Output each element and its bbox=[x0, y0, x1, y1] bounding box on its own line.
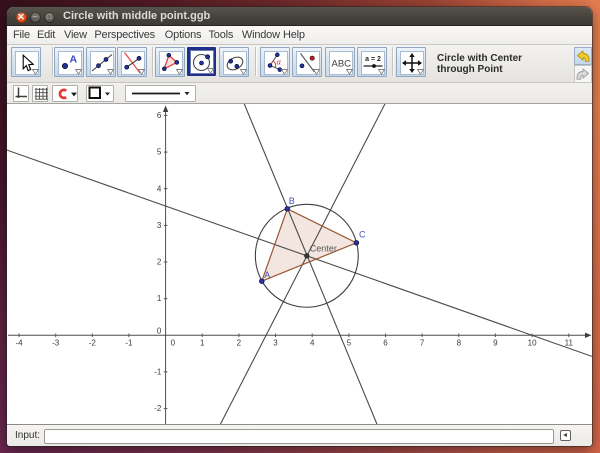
svg-text:Center: Center bbox=[310, 244, 337, 254]
svg-text:6: 6 bbox=[157, 111, 162, 120]
svg-text:8: 8 bbox=[457, 338, 462, 347]
svg-text:11: 11 bbox=[565, 338, 574, 347]
svg-text:9: 9 bbox=[493, 338, 498, 347]
svg-text:2: 2 bbox=[237, 338, 242, 347]
svg-text:A: A bbox=[70, 53, 78, 65]
svg-text:4: 4 bbox=[157, 184, 162, 193]
svg-text:0: 0 bbox=[157, 327, 162, 336]
svg-text:a = 2: a = 2 bbox=[365, 56, 381, 63]
svg-text:ABC: ABC bbox=[331, 58, 351, 69]
svg-text:B: B bbox=[289, 196, 295, 206]
svg-text:0: 0 bbox=[171, 338, 176, 347]
svg-text:-1: -1 bbox=[154, 368, 162, 377]
svg-text:10: 10 bbox=[528, 338, 537, 347]
svg-text:2: 2 bbox=[157, 258, 162, 267]
svg-text:A: A bbox=[264, 270, 270, 280]
svg-text:6: 6 bbox=[383, 338, 388, 347]
svg-text:-2: -2 bbox=[154, 404, 162, 413]
svg-text:4: 4 bbox=[310, 338, 315, 347]
svg-text:5: 5 bbox=[157, 148, 162, 157]
svg-text:3: 3 bbox=[273, 338, 278, 347]
svg-text:-4: -4 bbox=[15, 338, 23, 347]
svg-text:C: C bbox=[359, 229, 366, 239]
svg-text:α: α bbox=[276, 57, 281, 66]
svg-text:5: 5 bbox=[347, 338, 352, 347]
svg-text:1: 1 bbox=[200, 338, 205, 347]
svg-text:-2: -2 bbox=[89, 338, 97, 347]
svg-text:3: 3 bbox=[157, 221, 162, 230]
svg-text:7: 7 bbox=[420, 338, 425, 347]
svg-text:1: 1 bbox=[157, 294, 162, 303]
svg-text:-1: -1 bbox=[125, 338, 133, 347]
svg-text:-3: -3 bbox=[52, 338, 60, 347]
